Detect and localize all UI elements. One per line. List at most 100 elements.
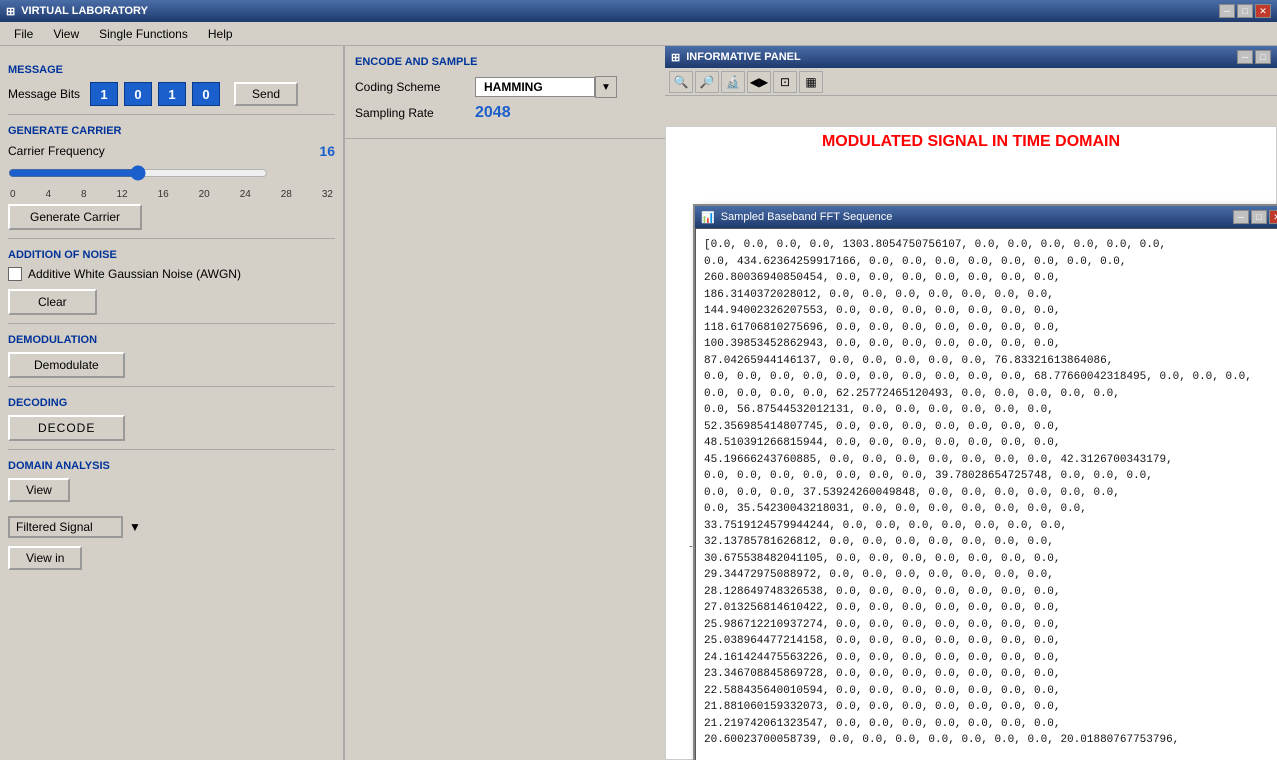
chart-title: MODULATED SIGNAL IN TIME DOMAIN xyxy=(666,127,1276,157)
tick-16: 16 xyxy=(158,189,169,200)
toolbar-fit-button[interactable]: ⊡ xyxy=(773,71,797,93)
menu-view[interactable]: View xyxy=(43,25,89,43)
sampling-rate-row: Sampling Rate 2048 xyxy=(355,104,655,122)
message-bits-label: Message Bits xyxy=(8,87,80,101)
awgn-row: Additive White Gaussian Noise (AWGN) xyxy=(8,267,335,281)
domain-section-title: DOMAIN ANALYSIS xyxy=(8,460,335,472)
info-minimize-button[interactable]: ─ xyxy=(1237,50,1253,64)
fft-title-bar: 📊 Sampled Baseband FFT Sequence ─ □ ✕ xyxy=(695,206,1277,228)
noise-section-title: ADDITION OF NOISE xyxy=(8,249,335,261)
message-bits-row: Message Bits 1 0 1 0 Send xyxy=(8,82,335,106)
encode-panel: ENCODE AND SAMPLE Coding Scheme HAMMING … xyxy=(345,46,665,139)
awgn-label: Additive White Gaussian Noise (AWGN) xyxy=(28,267,241,281)
right-area: ENCODE AND SAMPLE Coding Scheme HAMMING … xyxy=(345,46,1277,760)
divider-2 xyxy=(8,238,335,239)
info-panel-title-bar: ⊞ INFORMATIVE PANEL ─ □ xyxy=(665,46,1277,68)
carrier-freq-value: 16 xyxy=(319,143,335,159)
info-maximize-button[interactable]: □ xyxy=(1255,50,1271,64)
coding-select-container: HAMMING ▼ xyxy=(475,76,617,98)
generate-carrier-button[interactable]: Generate Carrier xyxy=(8,204,142,230)
domain-signal-select[interactable]: Filtered Signal Raw Signal Encoded Signa… xyxy=(8,516,123,538)
fft-icon: 📊 xyxy=(701,211,715,224)
info-panel-controls[interactable]: ─ □ xyxy=(1237,50,1271,64)
toolbar-grid-button[interactable]: ▦ xyxy=(799,71,823,93)
carrier-section: GENERATE CARRIER Carrier Frequency 16 0 … xyxy=(8,125,335,230)
coding-dropdown-button[interactable]: ▼ xyxy=(595,76,617,98)
menu-file[interactable]: File xyxy=(4,25,43,43)
sampling-rate-label: Sampling Rate xyxy=(355,106,465,120)
minimize-button[interactable]: ─ xyxy=(1219,4,1235,18)
fft-popup: 📊 Sampled Baseband FFT Sequence ─ □ ✕ [0… xyxy=(693,204,1277,760)
coding-scheme-label: Coding Scheme xyxy=(355,80,465,94)
fft-minimize-button[interactable]: ─ xyxy=(1233,210,1249,224)
menu-single-functions[interactable]: Single Functions xyxy=(89,25,198,43)
domain-row: Filtered Signal Raw Signal Encoded Signa… xyxy=(8,516,335,538)
toolbar-nav-button[interactable]: ◀▶ xyxy=(747,71,771,93)
decode-section: DECODING DECODE xyxy=(8,397,335,441)
toolbar-magnify-button[interactable]: 🔍 xyxy=(669,71,693,93)
toolbar-zoom-button[interactable]: 🔎 xyxy=(695,71,719,93)
left-panel: MESSAGE Message Bits 1 0 1 0 Send GENERA… xyxy=(0,46,345,760)
divider-5 xyxy=(8,449,335,450)
menu-bar: File View Single Functions Help xyxy=(0,22,1277,46)
view-in-button[interactable]: View in xyxy=(8,546,82,570)
tick-0: 0 xyxy=(10,189,16,200)
message-section: MESSAGE Message Bits 1 0 1 0 Send xyxy=(8,64,335,106)
slider-container xyxy=(8,165,268,185)
slider-ticks: 0 4 8 12 16 20 24 28 32 xyxy=(8,189,335,200)
carrier-freq-row: Carrier Frequency 16 xyxy=(8,143,335,159)
title-bar-controls[interactable]: ─ □ ✕ xyxy=(1219,4,1271,18)
dropdown-icon: ▼ xyxy=(129,520,141,534)
tick-4: 4 xyxy=(46,189,52,200)
title-bar-left: ⊞ VIRTUAL LABORATORY xyxy=(6,5,148,18)
divider-3 xyxy=(8,323,335,324)
bit-3-button[interactable]: 0 xyxy=(192,82,220,106)
view-domain-button[interactable]: View xyxy=(8,478,70,502)
toolbar-zoom-out-button[interactable]: 🔬 xyxy=(721,71,745,93)
coding-scheme-value[interactable]: HAMMING xyxy=(475,77,595,97)
bit-0-button[interactable]: 1 xyxy=(90,82,118,106)
decode-button[interactable]: DECODE xyxy=(8,415,125,441)
info-panel-title: INFORMATIVE PANEL xyxy=(686,51,800,63)
fft-close-button[interactable]: ✕ xyxy=(1269,210,1277,224)
fft-title-text: Sampled Baseband FFT Sequence xyxy=(721,211,893,223)
app-title: VIRTUAL LABORATORY xyxy=(21,5,148,17)
demod-section-title: DEMODULATION xyxy=(8,334,335,346)
info-toolbar: 🔍 🔎 🔬 ◀▶ ⊡ ▦ xyxy=(665,68,1277,96)
menu-help[interactable]: Help xyxy=(198,25,243,43)
fft-content[interactable]: [0.0, 0.0, 0.0, 0.0, 1303.8054750756107,… xyxy=(695,228,1277,760)
fft-controls[interactable]: ─ □ ✕ xyxy=(1233,210,1277,224)
bit-2-button[interactable]: 1 xyxy=(158,82,186,106)
send-button[interactable]: Send xyxy=(234,82,298,106)
info-icon: ⊞ xyxy=(671,51,680,64)
decode-section-title: DECODING xyxy=(8,397,335,409)
maximize-button[interactable]: □ xyxy=(1237,4,1253,18)
message-section-title: MESSAGE xyxy=(8,64,335,76)
app-icon: ⊞ xyxy=(6,5,15,18)
noise-section: ADDITION OF NOISE Additive White Gaussia… xyxy=(8,249,335,315)
tick-12: 12 xyxy=(117,189,128,200)
tick-24: 24 xyxy=(240,189,251,200)
bit-1-button[interactable]: 0 xyxy=(124,82,152,106)
carrier-freq-slider[interactable] xyxy=(8,165,268,181)
encode-panel-title: ENCODE AND SAMPLE xyxy=(355,56,655,68)
info-panel-container: ⊞ INFORMATIVE PANEL ─ □ 🔍 🔎 🔬 ◀▶ ⊡ ▦ xyxy=(665,46,1277,96)
divider-1 xyxy=(8,114,335,115)
fft-maximize-button[interactable]: □ xyxy=(1251,210,1267,224)
domain-section: DOMAIN ANALYSIS View Filtered Signal Raw… xyxy=(8,460,335,578)
clear-button[interactable]: Clear xyxy=(8,289,97,315)
carrier-freq-label: Carrier Frequency xyxy=(8,144,105,158)
coding-scheme-row: Coding Scheme HAMMING ▼ xyxy=(355,76,655,98)
info-panel-title-left: ⊞ INFORMATIVE PANEL xyxy=(671,51,801,64)
main-layout: MESSAGE Message Bits 1 0 1 0 Send GENERA… xyxy=(0,46,1277,760)
tick-20: 20 xyxy=(199,189,210,200)
chart-title-text: MODULATED SIGNAL IN TIME DOMAIN xyxy=(822,133,1120,150)
tick-28: 28 xyxy=(281,189,292,200)
awgn-checkbox[interactable] xyxy=(8,267,22,281)
sampling-rate-value: 2048 xyxy=(475,104,511,122)
divider-4 xyxy=(8,386,335,387)
demodulate-button[interactable]: Demodulate xyxy=(8,352,125,378)
title-bar: ⊞ VIRTUAL LABORATORY ─ □ ✕ xyxy=(0,0,1277,22)
close-button[interactable]: ✕ xyxy=(1255,4,1271,18)
demod-section: DEMODULATION Demodulate xyxy=(8,334,335,378)
